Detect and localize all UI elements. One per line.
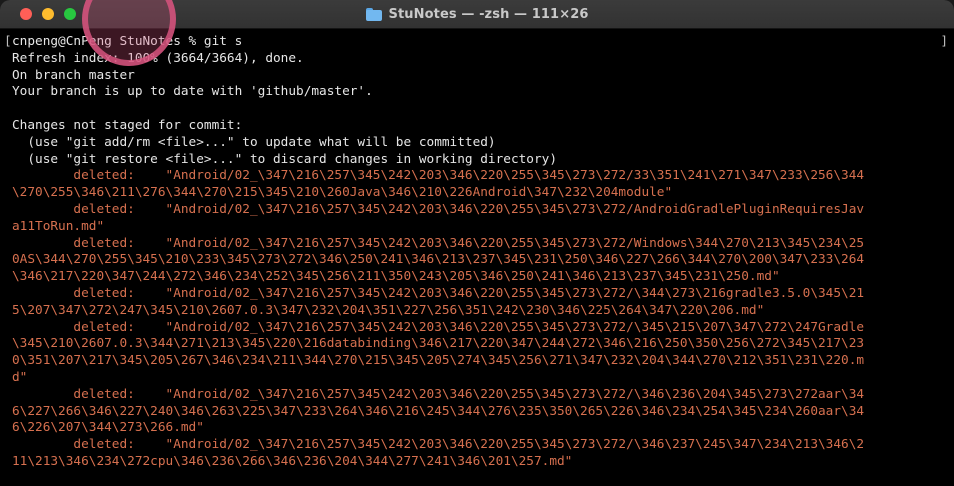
deleted-file-line: d" — [12, 369, 28, 385]
deleted-file-line: \346\217\220\347\244\272\346\234\252\345… — [12, 269, 780, 285]
deleted-file-line: deleted: "Android/02_\347\216\257\345\24… — [12, 319, 865, 335]
output-line: On branch master — [12, 67, 135, 83]
scroll-mark-left: [ — [4, 34, 12, 49]
deleted-file-line: 0\351\207\217\345\205\267\346\234\211\34… — [12, 353, 865, 369]
deleted-file-line: a11ToRun.md" — [12, 218, 105, 234]
deleted-file-line: deleted: "Android/02_\347\216\257\345\24… — [12, 235, 865, 251]
deleted-file-line: deleted: "Android/02_\347\216\257\345\24… — [12, 168, 865, 184]
output-line: (use "git restore <file>..." to discard … — [12, 151, 558, 167]
window-title: StuNotes — -zsh — 111×26 — [388, 6, 589, 22]
deleted-file-line: 6\226\207\344\273\266.md" — [12, 420, 204, 436]
output-line: (use "git add/rm <file>..." to update wh… — [12, 134, 496, 150]
deleted-file-line: 5\207\347\272\247\345\210\2607.0.3\347\2… — [12, 302, 765, 318]
terminal-window: StuNotes — -zsh — 111×26 [ ] cnpeng@CnPe… — [0, 0, 954, 486]
deleted-file-line: 0AS\344\270\255\345\210\233\345\273\272\… — [12, 252, 865, 268]
terminal-output[interactable]: [ ] cnpeng@CnPeng StuNotes % git s Refres… — [0, 29, 954, 486]
deleted-file-line: \345\210\2607.0.3\344\271\213\345\220\21… — [12, 336, 865, 352]
output-line: Your branch is up to date with 'github/m… — [12, 84, 373, 100]
deleted-file-line: 6\227\266\346\227\240\346\263\225\347\23… — [12, 403, 865, 419]
terminal-lines: cnpeng@CnPeng StuNotes % git s Refresh in… — [12, 34, 864, 471]
output-line: Refresh index: 100% (3664/3664), done. — [12, 50, 304, 66]
deleted-file-line: deleted: "Android/02_\347\216\257\345\24… — [12, 201, 865, 217]
title-bar[interactable]: StuNotes — -zsh — 111×26 — [0, 0, 954, 29]
output-line: Changes not staged for commit: — [12, 117, 243, 133]
deleted-file-line: deleted: "Android/02_\347\216\257\345\24… — [12, 285, 865, 301]
deleted-file-line: 11\213\346\234\272cpu\346\236\266\346\23… — [12, 453, 573, 469]
scroll-mark-right: ] — [940, 34, 948, 49]
deleted-file-line: \270\255\346\211\276\344\270\215\345\210… — [12, 185, 673, 201]
window-title-group: StuNotes — -zsh — 111×26 — [0, 0, 954, 28]
deleted-file-line: deleted: "Android/02_\347\216\257\345\24… — [12, 386, 865, 402]
deleted-file-line: deleted: "Android/02_\347\216\257\345\24… — [12, 437, 865, 453]
output-line: cnpeng@CnPeng StuNotes % git s — [12, 34, 243, 49]
folder-icon — [365, 7, 382, 21]
